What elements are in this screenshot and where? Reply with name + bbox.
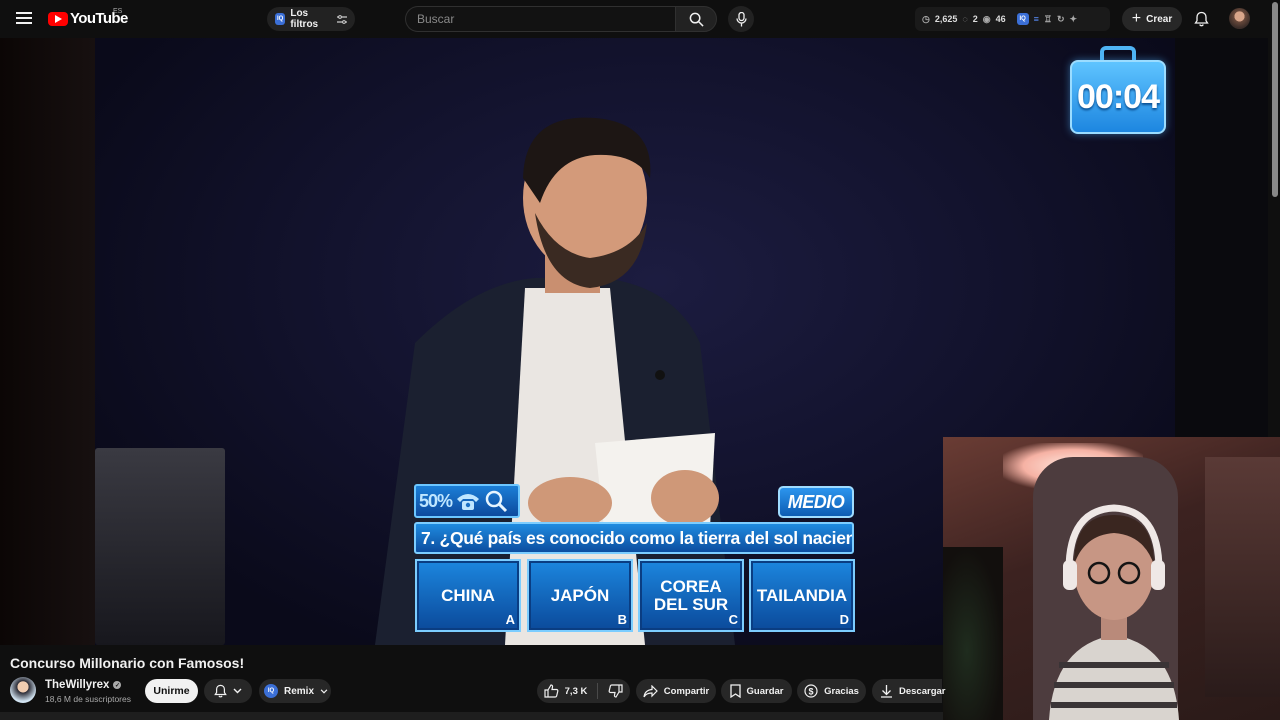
masthead: YouTube ES IQ Los filtros ◷ 2,625 ◌ 2 ◉ … <box>0 0 1280 38</box>
answer-b-label: JAPÓN <box>550 585 610 605</box>
save-icon <box>729 684 741 698</box>
thanks-icon: $ <box>804 684 818 698</box>
svg-text:$: $ <box>809 687 814 697</box>
timer-display: 00:04 <box>1070 60 1166 134</box>
region-code: ES <box>113 8 123 15</box>
search-input[interactable] <box>405 6 675 32</box>
extension-badge: IQ <box>275 13 286 25</box>
answer-c: COREA DEL SUR C <box>638 559 744 632</box>
lifelines-panel: 50% <box>414 484 520 518</box>
search-box <box>405 6 717 32</box>
answer-b-letter: B <box>617 612 627 627</box>
dislike-icon[interactable] <box>608 684 623 698</box>
difficulty-badge: MEDIO <box>778 486 854 518</box>
subscriber-count: 18,6 M de suscriptores <box>45 694 131 704</box>
search-button[interactable] <box>675 6 717 32</box>
extension-iq-icon[interactable]: IQ <box>1016 13 1029 25</box>
filters-button[interactable]: IQ Los filtros <box>267 7 355 31</box>
like-divider <box>597 683 599 699</box>
plus-icon: + <box>1131 10 1142 27</box>
extension-toolbar: ◷ 2,625 ◌ 2 ◉ 46 IQ ≡ ♖ ↻ ✦ <box>915 7 1110 31</box>
clock-icon: ◷ <box>922 13 930 24</box>
remix-label: Remix <box>284 685 315 697</box>
bell-icon <box>1193 11 1209 27</box>
voice-search-button[interactable] <box>728 6 754 32</box>
like-dislike-group: 7,3 K <box>537 679 630 703</box>
timer-value: 00:04 <box>1077 77 1160 116</box>
remix-badge: IQ <box>264 684 278 698</box>
trophy-icon[interactable]: ♖ <box>1044 14 1052 25</box>
search-icon <box>689 12 704 27</box>
video-left-edge <box>0 38 95 645</box>
mic-icon <box>735 11 747 27</box>
remix-button[interactable]: IQ Remix <box>259 679 331 703</box>
lifeline-fifty: 50% <box>419 490 453 511</box>
answer-c-label-line2: DEL SUR <box>653 594 729 614</box>
answer-a: CHINA A <box>415 559 521 632</box>
channel-name-row[interactable]: TheWillyrex ✓ <box>45 679 122 691</box>
scrollbar-thumb[interactable] <box>1272 2 1278 197</box>
question-text: 7. ¿Qué país es conocido como la tierra … <box>414 522 854 554</box>
channel-name[interactable]: TheWillyrex <box>45 679 109 691</box>
thanks-label: Gracias <box>824 685 859 697</box>
thanks-button[interactable]: $ Gracias <box>797 679 866 703</box>
magnifier-icon <box>484 489 508 513</box>
answer-c-label-line1: COREA <box>660 576 722 596</box>
eye-icon: ◉ <box>982 13 991 24</box>
background-plant <box>943 547 1003 720</box>
countdown-timer: 00:04 <box>1070 44 1166 134</box>
channel-avatar[interactable] <box>10 677 36 703</box>
answer-a-letter: A <box>505 612 515 627</box>
download-icon <box>880 684 893 698</box>
download-label: Descargar <box>899 685 946 697</box>
share-label: Compartir <box>663 685 710 697</box>
like-icon[interactable] <box>544 684 559 698</box>
notifications-button[interactable] <box>1190 8 1212 30</box>
description-area-edge <box>0 712 943 720</box>
comment-icon: ◌ <box>962 14 968 24</box>
save-label: Guardar <box>746 685 784 697</box>
background-monitor <box>95 448 225 645</box>
join-button[interactable]: Unirme <box>145 679 198 703</box>
answer-d-label: TAILANDIA <box>756 585 848 605</box>
streamer-webcam <box>943 437 1280 720</box>
streamer-figure <box>1049 504 1179 720</box>
bell-icon <box>214 684 227 698</box>
save-button[interactable]: Guardar <box>721 679 792 703</box>
background-shelf <box>1205 457 1280 697</box>
refresh-icon[interactable]: ↻ <box>1057 14 1065 25</box>
chevron-down-icon <box>233 688 242 694</box>
download-button[interactable]: Descargar <box>872 679 946 703</box>
verified-icon: ✓ <box>113 681 122 689</box>
create-label: Crear <box>1146 13 1173 25</box>
views-stat: 2,625 <box>934 14 958 24</box>
menu-icon[interactable] <box>14 9 34 29</box>
comments-stat: 2 <box>972 14 978 24</box>
like-count[interactable]: 7,3 K <box>565 686 588 697</box>
phone-icon <box>455 491 481 511</box>
sparkle-icon[interactable]: ✦ <box>1070 14 1078 25</box>
account-avatar[interactable] <box>1229 8 1250 29</box>
youtube-play-icon <box>48 11 68 26</box>
answer-a-label: CHINA <box>441 585 495 605</box>
create-button[interactable]: + Crear <box>1122 7 1182 31</box>
filters-label: Los filtros <box>290 8 319 30</box>
subscription-notifications-button[interactable] <box>204 679 252 703</box>
sliders-icon <box>337 14 347 24</box>
watching-stat: 46 <box>995 14 1006 24</box>
chevron-down-icon <box>320 688 328 694</box>
answer-d: TAILANDIA D <box>749 559 855 632</box>
share-button[interactable]: Compartir <box>636 679 716 703</box>
answer-c-letter: C <box>728 612 738 627</box>
answer-d-letter: D <box>839 612 849 627</box>
video-title: Concurso Millonario con Famosos! <box>10 655 245 671</box>
answer-b: JAPÓN B <box>527 559 633 632</box>
list-icon[interactable]: ≡ <box>1034 14 1039 24</box>
share-icon <box>643 684 658 698</box>
